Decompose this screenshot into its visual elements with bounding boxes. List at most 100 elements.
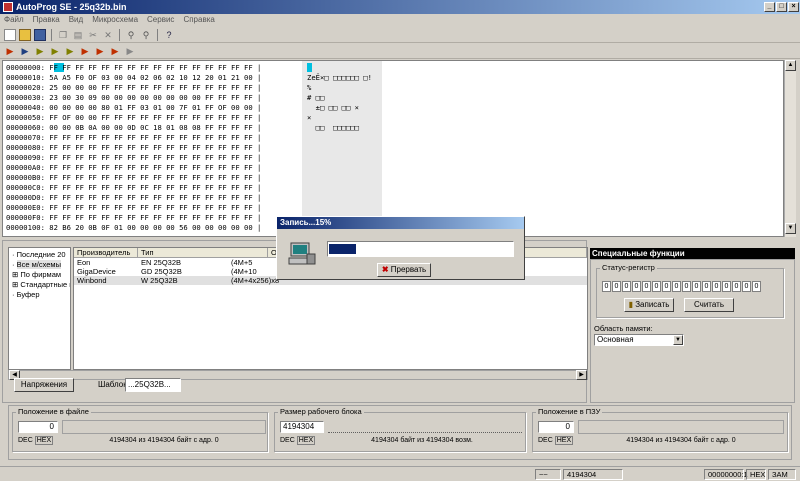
tree-item-buffer[interactable]: · Буфер (12, 290, 70, 300)
main-toolbar: ❐ ▤ ✂ ✕ ⚲ ⚲ ? (0, 27, 800, 43)
ascii-line (307, 143, 372, 153)
scroll-up-button[interactable]: ▲ (785, 60, 796, 71)
window-title-bar[interactable]: AutoProg SE - 25q32b.bin (0, 0, 800, 14)
ascii-line: □□ □□□□□□ (307, 123, 359, 132)
status-bit[interactable]: 0 (672, 281, 681, 292)
chip-blank-icon[interactable]: ▶ (64, 45, 76, 57)
menu-chip[interactable]: Микросхема (92, 14, 138, 26)
col-type[interactable]: Тип (138, 248, 268, 257)
chip-erase-icon[interactable]: ▶ (49, 45, 61, 57)
table-horizontal-scrollbar[interactable]: ◀ ▶ (8, 370, 588, 380)
status-register-bits[interactable]: 0000000000000000 (602, 280, 762, 292)
write-register-button[interactable]: ▮ Записать (624, 298, 674, 312)
menu-file[interactable]: Файл (4, 14, 24, 26)
menu-service[interactable]: Сервис (147, 14, 174, 26)
block-size-info: 4194304 байт из 4194304 возм. (371, 437, 473, 444)
hex-line: 000000E0: FF FF FF FF FF FF FF FF FF FF … (6, 203, 262, 212)
status-bit[interactable]: 0 (742, 281, 751, 292)
minimize-button[interactable]: _ (764, 2, 775, 12)
rom-position-input[interactable]: 0 (538, 421, 574, 433)
ascii-line: ±□ □□ □□ × (307, 103, 359, 112)
save-icon[interactable] (34, 28, 46, 41)
status-bit[interactable]: 0 (682, 281, 691, 292)
ascii-line (307, 153, 372, 163)
menu-view[interactable]: Вид (69, 14, 83, 26)
new-icon[interactable] (4, 28, 16, 41)
close-button[interactable]: × (788, 2, 799, 12)
chip-stop-icon[interactable]: ▶ (124, 45, 136, 57)
find-icon[interactable]: ⚲ (125, 29, 137, 41)
block-size-label: Размер рабочего блока (278, 407, 364, 416)
delete-icon[interactable]: ✕ (102, 29, 114, 41)
status-bit[interactable]: 0 (612, 281, 621, 292)
toolbar-separator (51, 28, 52, 41)
rom-position-info: 4194304 из 4194304 байт с адр. 0 (626, 437, 736, 444)
status-bit[interactable]: 0 (662, 281, 671, 292)
chip-category-tree[interactable]: · Последние 20 · Все м/схемы ⊞ По фирмам… (8, 247, 71, 370)
status-size: 4194304 (563, 469, 623, 480)
memory-area-select[interactable]: Основная ▼ (594, 334, 684, 346)
block-size-dec[interactable]: DEC HEX (280, 436, 316, 445)
maximize-button[interactable]: □ (776, 2, 787, 12)
status-bit[interactable]: 0 (632, 281, 641, 292)
status-bit[interactable]: 0 (722, 281, 731, 292)
copy-icon[interactable]: ❐ (57, 29, 69, 41)
scroll-down-button[interactable]: ▼ (785, 223, 796, 234)
tree-item-standard[interactable]: ⊞ Стандартные м (12, 280, 70, 290)
status-bit[interactable]: 0 (622, 281, 631, 292)
about-icon[interactable]: ? (163, 29, 175, 41)
chip-verify-icon[interactable]: ▶ (34, 45, 46, 57)
ascii-line: # □□ (307, 93, 325, 102)
status-bit[interactable]: 0 (752, 281, 761, 292)
window-title: AutoProg SE - 25q32b.bin (16, 2, 127, 12)
chip-id-icon[interactable]: ▶ (94, 45, 106, 57)
find-next-icon[interactable]: ⚲ (140, 29, 152, 41)
status-bit[interactable]: 0 (712, 281, 721, 292)
status-bit[interactable]: 0 (702, 281, 711, 292)
voltages-button[interactable]: Напряжения (14, 378, 74, 392)
file-position-input[interactable]: 0 (18, 421, 58, 433)
status-bit[interactable]: 0 (652, 281, 661, 292)
hex-line: 000000F0: FF FF FF FF FF FF FF FF FF FF … (6, 213, 262, 222)
cancel-write-button[interactable]: ✖ Прервать (377, 263, 431, 277)
status-bit[interactable]: 0 (602, 281, 611, 292)
chip-read-icon[interactable]: ▶ (4, 45, 16, 57)
status-bit[interactable]: 0 (642, 281, 651, 292)
status-bit[interactable]: 0 (692, 281, 701, 292)
rom-position-dec[interactable]: DEC HEX (538, 436, 574, 445)
chevron-down-icon[interactable]: ▼ (673, 335, 683, 345)
cut-icon[interactable]: ✂ (87, 29, 99, 41)
hex-vertical-scrollbar[interactable]: ▲ ▼ (784, 60, 796, 237)
block-size-slider[interactable] (328, 421, 522, 433)
open-icon[interactable] (19, 28, 31, 41)
toolbar-separator (157, 28, 158, 41)
hex-line: 00000040: 00 00 00 00 80 01 FF 03 01 00 … (6, 103, 262, 112)
hex-line: 00000080: FF FF FF FF FF FF FF FF FF FF … (6, 143, 262, 152)
paste-icon[interactable]: ▤ (72, 29, 84, 41)
hex-editor[interactable]: 00000000: FF FF FF FF FF FF FF FF FF FF … (2, 60, 784, 237)
read-register-button[interactable]: Считать (684, 298, 734, 312)
chip-protect-icon[interactable]: ▶ (109, 45, 121, 57)
hex-line: 00000090: FF FF FF FF FF FF FF FF FF FF … (6, 153, 262, 162)
status-register-label: Статус-регистр (600, 263, 657, 272)
file-position-slider[interactable] (62, 420, 266, 434)
ascii-line (307, 203, 372, 213)
hex-lines: 00000000: FF FF FF FF FF FF FF FF FF FF … (6, 63, 261, 233)
template-input[interactable]: ...25Q32B... (125, 378, 181, 392)
tree-item-recent[interactable]: · Последние 20 (12, 250, 70, 260)
chip-toolbar: ▶ ▶ ▶ ▶ ▶ ▶ ▶ ▶ ▶ (0, 43, 800, 59)
col-vendor[interactable]: Производитель (74, 248, 138, 257)
tree-item-by-vendor[interactable]: ⊞ По фирмам (12, 270, 70, 280)
tree-item-all[interactable]: · Все м/схемы (12, 260, 70, 270)
status-bit[interactable]: 0 (732, 281, 741, 292)
file-position-dec[interactable]: DEC HEX (18, 436, 54, 445)
chip-auto-icon[interactable]: ▶ (79, 45, 91, 57)
menu-edit[interactable]: Правка (33, 14, 60, 26)
hex-line: 000000C0: FF FF FF FF FF FF FF FF FF FF … (6, 183, 262, 192)
rom-position-slider[interactable] (578, 420, 784, 434)
block-size-input[interactable]: 4194304 (280, 421, 324, 433)
chip-write-icon[interactable]: ▶ (19, 45, 31, 57)
menu-help[interactable]: Справка (183, 14, 214, 26)
ascii-line (307, 183, 372, 193)
scroll-right-button[interactable]: ▶ (576, 370, 587, 380)
